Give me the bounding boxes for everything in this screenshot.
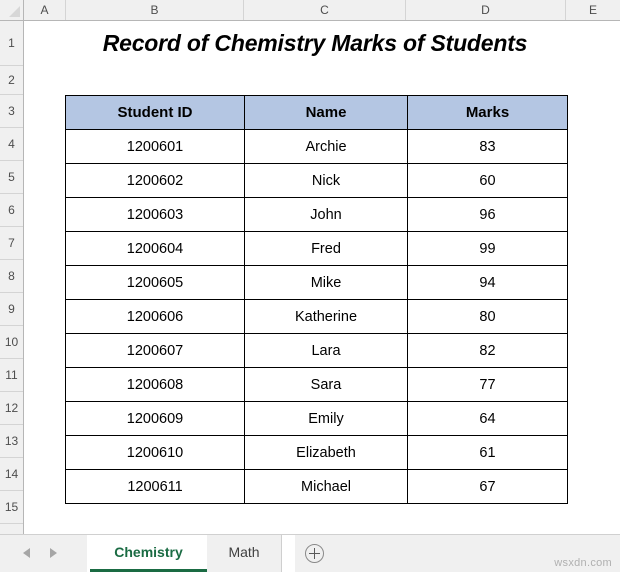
cell-student-id[interactable]: 1200603 xyxy=(65,197,245,232)
cell-name[interactable]: Michael xyxy=(244,469,408,504)
cell-area[interactable]: Record of Chemistry Marks of Students St… xyxy=(24,21,620,534)
table-body: 1200601 Archie 83 1200602 Nick 60 1200603 John 9… xyxy=(65,129,568,504)
column-header-bar: A B C D E xyxy=(0,0,620,21)
cell-student-id[interactable]: 1200608 xyxy=(65,367,245,402)
row-header-4[interactable]: 4 xyxy=(0,128,23,161)
row-header-1[interactable]: 1 xyxy=(0,21,23,66)
sheet-tab-bar[interactable]: Chemistry Math wsxdn.com xyxy=(0,534,620,573)
cell-student-id[interactable]: 1200602 xyxy=(65,163,245,198)
row-header-2[interactable]: 2 xyxy=(0,66,23,95)
cell-name[interactable]: Nick xyxy=(244,163,408,198)
cell-name[interactable]: Mike xyxy=(244,265,408,300)
row-header-7[interactable]: 7 xyxy=(0,227,23,260)
cell-marks[interactable]: 67 xyxy=(407,469,568,504)
table-row: 1200610 Elizabeth 61 xyxy=(65,435,568,470)
cell-student-id[interactable]: 1200604 xyxy=(65,231,245,266)
spreadsheet-grid[interactable]: A B C D E 1 2 3 4 5 6 7 8 9 10 11 12 13 … xyxy=(0,0,620,534)
sheet-tab-chemistry[interactable]: Chemistry xyxy=(90,535,207,572)
row-header-9[interactable]: 9 xyxy=(0,293,23,326)
add-sheet-button[interactable] xyxy=(295,535,335,572)
table-row: 1200602 Nick 60 xyxy=(65,163,568,198)
marks-table[interactable]: Student ID Name Marks 1200601 Archie 83 120… xyxy=(65,95,568,504)
select-all-corner[interactable] xyxy=(0,0,24,21)
row-header-3[interactable]: 3 xyxy=(0,95,23,128)
row-header-14[interactable]: 14 xyxy=(0,458,23,491)
select-all-triangle-icon xyxy=(9,6,20,17)
sheet-navigation-arrows[interactable] xyxy=(0,535,88,572)
row-header-15[interactable]: 15 xyxy=(0,491,23,524)
cell-name[interactable]: Sara xyxy=(244,367,408,402)
table-row: 1200605 Mike 94 xyxy=(65,265,568,300)
table-row: 1200607 Lara 82 xyxy=(65,333,568,368)
column-header-e[interactable]: E xyxy=(566,0,620,20)
row-header-5[interactable]: 5 xyxy=(0,161,23,194)
table-row: 1200604 Fred 99 xyxy=(65,231,568,266)
cell-student-id[interactable]: 1200611 xyxy=(65,469,245,504)
table-header-row: Student ID Name Marks xyxy=(65,95,568,130)
cell-marks[interactable]: 60 xyxy=(407,163,568,198)
cell-student-id[interactable]: 1200605 xyxy=(65,265,245,300)
cell-name[interactable]: Katherine xyxy=(244,299,408,334)
cell-name[interactable]: John xyxy=(244,197,408,232)
column-header-name[interactable]: Name xyxy=(244,95,408,130)
table-row: 1200606 Katherine 80 xyxy=(65,299,568,334)
sheet-tab-math[interactable]: Math xyxy=(207,535,282,572)
cell-name[interactable]: Fred xyxy=(244,231,408,266)
row-header-13[interactable]: 13 xyxy=(0,425,23,458)
cell-name[interactable]: Emily xyxy=(244,401,408,436)
column-header-student-id[interactable]: Student ID xyxy=(65,95,245,130)
cell-student-id[interactable]: 1200606 xyxy=(65,299,245,334)
cell-marks[interactable]: 64 xyxy=(407,401,568,436)
row-header-11[interactable]: 11 xyxy=(0,359,23,392)
row-header-16[interactable]: 16 xyxy=(0,524,23,534)
row-header-10[interactable]: 10 xyxy=(0,326,23,359)
triangle-left-icon[interactable] xyxy=(23,548,30,558)
triangle-right-icon[interactable] xyxy=(50,548,57,558)
column-header-c[interactable]: C xyxy=(244,0,406,20)
cell-name[interactable]: Elizabeth xyxy=(244,435,408,470)
plus-vertical-bar xyxy=(314,548,316,559)
cell-marks[interactable]: 99 xyxy=(407,231,568,266)
cell-student-id[interactable]: 1200601 xyxy=(65,129,245,164)
row-header-bar: 1 2 3 4 5 6 7 8 9 10 11 12 13 14 15 16 xyxy=(0,21,24,534)
cell-marks[interactable]: 61 xyxy=(407,435,568,470)
column-header-marks[interactable]: Marks xyxy=(407,95,568,130)
cell-student-id[interactable]: 1200607 xyxy=(65,333,245,368)
column-header-a[interactable]: A xyxy=(24,0,66,20)
table-row: 1200603 John 96 xyxy=(65,197,568,232)
column-header-b[interactable]: B xyxy=(66,0,244,20)
table-row: 1200601 Archie 83 xyxy=(65,129,568,164)
watermark: wsxdn.com xyxy=(554,557,612,569)
table-row: 1200609 Emily 64 xyxy=(65,401,568,436)
cell-marks[interactable]: 77 xyxy=(407,367,568,402)
cell-marks[interactable]: 96 xyxy=(407,197,568,232)
column-header-d[interactable]: D xyxy=(406,0,566,20)
row-header-8[interactable]: 8 xyxy=(0,260,23,293)
cell-name[interactable]: Lara xyxy=(244,333,408,368)
cell-marks[interactable]: 94 xyxy=(407,265,568,300)
cell-name[interactable]: Archie xyxy=(244,129,408,164)
row-header-12[interactable]: 12 xyxy=(0,392,23,425)
cell-marks[interactable]: 82 xyxy=(407,333,568,368)
cell-student-id[interactable]: 1200610 xyxy=(65,435,245,470)
cell-marks[interactable]: 80 xyxy=(407,299,568,334)
row-header-6[interactable]: 6 xyxy=(0,194,23,227)
cell-marks[interactable]: 83 xyxy=(407,129,568,164)
cell-student-id[interactable]: 1200609 xyxy=(65,401,245,436)
page-title[interactable]: Record of Chemistry Marks of Students xyxy=(65,21,565,66)
table-row: 1200608 Sara 77 xyxy=(65,367,568,402)
table-row: 1200611 Michael 67 xyxy=(65,469,568,504)
